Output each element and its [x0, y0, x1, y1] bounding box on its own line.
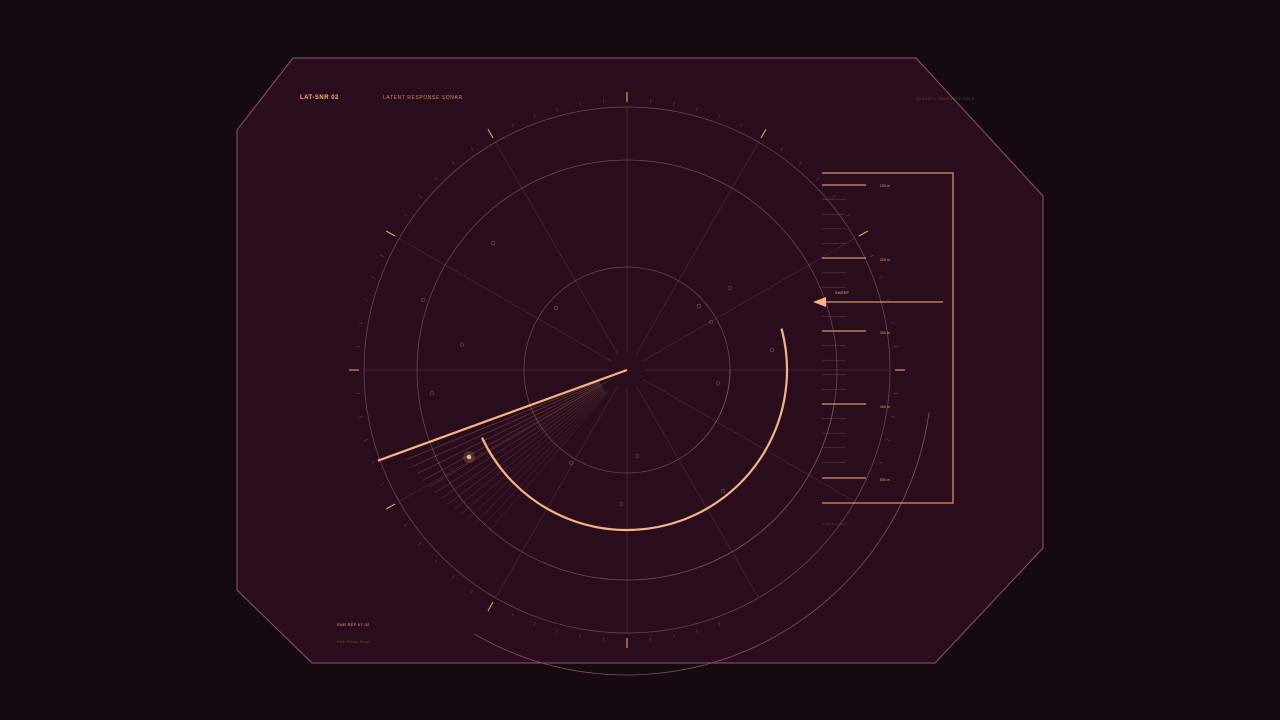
range-scale-footer: RANGE SCALE [822, 522, 847, 526]
range-label-2: 300 m [880, 331, 890, 335]
sonar-scope [236, 57, 1044, 676]
page-title: LAT-SNR 02 [300, 95, 339, 101]
range-label-4: 500 m [880, 478, 890, 482]
range-label-1: 200 m [880, 258, 890, 262]
sweep-label: SWEEP [835, 291, 850, 295]
display-panel [236, 57, 1044, 664]
sonar-display: LAT-SNR 02 LATENT RESPONSE SONAR ACOUSTI… [0, 0, 1280, 720]
target-dot-icon [466, 454, 472, 460]
footer-caption: Polar Return Scope [337, 640, 371, 644]
range-label-0: 100 m [880, 184, 890, 188]
page-subtitle: LATENT RESPONSE SONAR [383, 95, 463, 101]
range-label-3: 400 m [880, 405, 890, 409]
corner-note: ACOUSTIC RESPONSE FIELD [916, 97, 975, 101]
footer-code: SNR REF 07-02 [337, 623, 370, 627]
